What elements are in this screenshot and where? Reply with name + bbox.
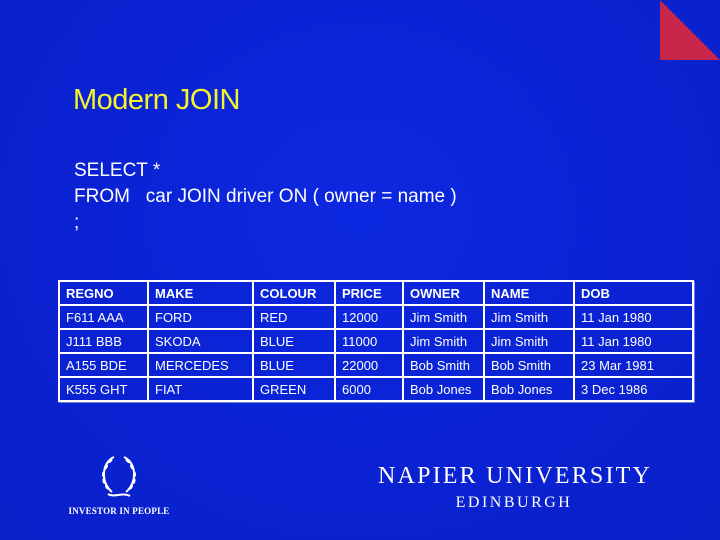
cell-dob: 23 Mar 1981	[575, 354, 692, 378]
header-price: PRICE	[336, 282, 404, 306]
cell-owner: Bob Smith	[404, 354, 485, 378]
cell-regno: K555 GHT	[60, 378, 149, 400]
corner-triangle-decoration	[660, 0, 720, 60]
investor-in-people-logo: INVESTOR IN PEOPLE	[64, 452, 174, 527]
cell-name: Bob Jones	[485, 378, 575, 400]
join-result-table: REGNO MAKE COLOUR PRICE OWNER NAME DOB F…	[58, 280, 694, 402]
cell-dob: 11 Jan 1980	[575, 330, 692, 354]
table-row: F611 AAA FORD RED 12000 Jim Smith Jim Sm…	[60, 306, 692, 330]
cell-owner: Bob Jones	[404, 378, 485, 400]
cell-name: Jim Smith	[485, 330, 575, 354]
cell-regno: A155 BDE	[60, 354, 149, 378]
sql-line-from: FROM car JOIN driver ON ( owner = name )	[74, 186, 457, 207]
table-header-row: REGNO MAKE COLOUR PRICE OWNER NAME DOB	[60, 282, 692, 306]
table-row: A155 BDE MERCEDES BLUE 22000 Bob Smith B…	[60, 354, 692, 378]
cell-colour: GREEN	[254, 378, 336, 400]
cell-colour: RED	[254, 306, 336, 330]
cell-price: 12000	[336, 306, 404, 330]
cell-dob: 3 Dec 1986	[581, 381, 648, 397]
header-name: NAME	[485, 282, 575, 306]
investor-in-people-label: INVESTOR IN PEOPLE	[68, 506, 170, 516]
cell-price: 11000	[336, 330, 404, 354]
header-dob: DOB	[575, 282, 692, 306]
cell-make: MERCEDES	[149, 354, 254, 378]
header-owner: OWNER	[404, 282, 485, 306]
sql-line-select: SELECT *	[74, 160, 161, 181]
cell-owner: Jim Smith	[404, 306, 485, 330]
cell-colour: BLUE	[254, 354, 336, 378]
laurel-wreath-icon	[101, 456, 137, 497]
header-regno: REGNO	[60, 282, 149, 306]
cell-name: Bob Smith	[485, 354, 575, 378]
cell-price: 22000	[336, 354, 404, 378]
cell-dob: 11 Jan 1980	[575, 306, 692, 330]
napier-university-logo: NAPIER UNIVERSITY EDINBURGH	[378, 462, 650, 514]
cell-make: FIAT	[149, 378, 254, 400]
cell-make: FORD	[149, 306, 254, 330]
table-row: J111 BBB SKODA BLUE 11000 Jim Smith Jim …	[60, 330, 692, 354]
header-make: MAKE	[149, 282, 254, 306]
sql-code-block: SELECT * FROM car JOIN driver ON ( owner…	[74, 158, 457, 236]
slide-title: Modern JOIN	[73, 84, 240, 116]
cell-regno: F611 AAA	[60, 306, 149, 330]
cell-regno: J111 BBB	[60, 330, 149, 354]
cell-price: 6000	[336, 378, 404, 400]
cell-colour: BLUE	[254, 330, 336, 354]
cell-name: Jim Smith	[485, 306, 575, 330]
header-colour: COLOUR	[254, 282, 336, 306]
university-name: NAPIER UNIVERSITY	[378, 463, 653, 489]
university-city: EDINBURGH	[455, 494, 573, 511]
table-row: K555 GHT FIAT GREEN 6000 Bob Jones Bob J…	[60, 378, 692, 400]
cell-make: SKODA	[149, 330, 254, 354]
cell-owner: Jim Smith	[404, 330, 485, 354]
sql-line-terminator: ;	[74, 212, 80, 233]
